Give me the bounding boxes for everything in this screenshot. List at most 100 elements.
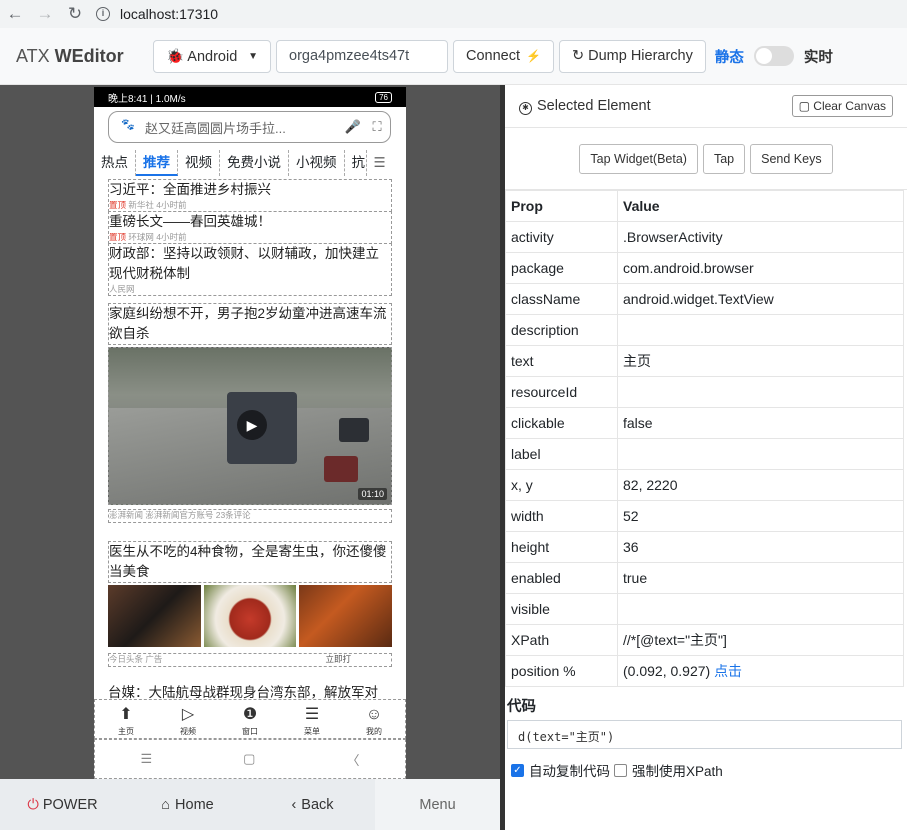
back-button[interactable]: ‹ Back	[250, 779, 375, 830]
back-chevron-icon[interactable]: 〈	[346, 750, 359, 769]
video-icon: ▷	[181, 706, 195, 723]
tab-novel[interactable]: 免费小说	[220, 150, 289, 176]
prop-value: 82, 2220	[617, 469, 904, 501]
url-text: localhost:17310	[120, 6, 219, 22]
mode-live-label: 实时	[803, 49, 833, 66]
power-button[interactable]: ⏻ POWER	[0, 779, 125, 830]
nav-label: 菜单	[304, 727, 320, 736]
news-item[interactable]: 家庭纠纷想不开，男子抱2岁幼童冲进高速车流欲自杀	[108, 303, 392, 345]
home-button[interactable]: ⌂ Home	[125, 779, 250, 830]
news-image	[299, 585, 393, 647]
prop-name: x, y	[505, 469, 618, 501]
nav-label: 窗口	[242, 727, 258, 736]
scan-icon[interactable]: ⛶	[364, 119, 390, 135]
reload-icon[interactable]: ↻	[60, 4, 90, 24]
code-field[interactable]: d(text="主页")	[507, 720, 902, 749]
dump-hierarchy-button[interactable]: ↻ Dump Hierarchy	[558, 39, 706, 73]
play-icon[interactable]: ▶	[237, 410, 267, 440]
menu-button[interactable]: Menu	[375, 779, 500, 830]
table-row: width 52	[505, 500, 904, 532]
col-value: Value	[617, 190, 904, 222]
news-item[interactable]: 医生从不吃的4种食物，全是寄生虫，你还傻傻当美食	[108, 541, 392, 583]
table-row: visible	[505, 593, 904, 625]
news-tabs: 热点 推荐 视频 免费小说 小视频 抗 ☰	[94, 149, 406, 177]
refresh-icon: ↻	[571, 48, 585, 64]
prop-name: className	[505, 283, 618, 315]
news-meta: 环球网 4小时前	[128, 232, 187, 242]
video-car	[324, 456, 358, 482]
brand-prefix: ATX	[16, 45, 55, 66]
nav-window[interactable]: ❶ 窗口	[219, 700, 281, 738]
news-meta: 澎湃新闻 澎湃新闻官方账号 23条评论	[109, 510, 251, 520]
prop-value: true	[617, 562, 904, 594]
news-item[interactable]: 习近平：全面推进乡村振兴 置顶 新华社 4小时前	[108, 179, 392, 212]
dump-label: Dump Hierarchy	[588, 48, 693, 64]
table-row: height 36	[505, 531, 904, 563]
platform-label: Android	[187, 48, 238, 65]
tap-widget-button[interactable]: Tap Widget(Beta)	[579, 143, 698, 174]
home-label: Home	[175, 796, 214, 813]
back-arrow-icon[interactable]: ←	[0, 4, 30, 24]
send-keys-button[interactable]: Send Keys	[750, 143, 833, 174]
table-row: label	[505, 438, 904, 470]
prop-value: //*[@text="主页"]	[617, 624, 904, 656]
position-tap-link[interactable]: 点击	[714, 663, 742, 679]
inspector-title: Selected Element	[537, 97, 651, 114]
news-item[interactable]: 财政部：坚持以政领财、以财辅政，加快建立现代财税体制 人民网	[108, 243, 392, 296]
autocopy-checkbox[interactable]: ✓	[511, 763, 524, 777]
house-icon: ⌂	[161, 796, 171, 813]
tab-recommend[interactable]: 推荐	[136, 150, 178, 176]
nav-home[interactable]: ⬆ 主页	[95, 700, 157, 738]
ad-cta-button[interactable]: 立即打	[325, 654, 351, 666]
tap-button[interactable]: Tap	[702, 143, 746, 174]
news-item[interactable]: 重磅长文——春回英雄城！ 置顶 环球网 4小时前	[108, 211, 392, 244]
nav-video[interactable]: ▷ 视频	[157, 700, 219, 738]
tab-hot[interactable]: 热点	[94, 150, 136, 176]
info-icon[interactable]: i	[96, 7, 110, 21]
prop-name: package	[505, 252, 618, 284]
news-video-thumbnail[interactable]: ▶ 01:10	[108, 347, 392, 505]
news-images[interactable]	[108, 585, 393, 647]
news-image	[203, 585, 297, 647]
power-icon: ⏻	[27, 796, 39, 813]
nav-menu[interactable]: ☰ 菜单	[281, 700, 343, 738]
nav-profile[interactable]: ☺ 我的	[343, 700, 405, 738]
nav-label: 主页	[118, 727, 134, 736]
brand-logo: ATX WEditor	[16, 46, 153, 67]
prop-value: 52	[617, 500, 904, 532]
window-icon: ❶	[242, 706, 258, 723]
inspector-panel: ✱ Selected Element ▢ Clear Canvas Tap Wid…	[505, 85, 907, 830]
prop-value: 36	[617, 531, 904, 563]
live-mode-toggle[interactable]	[753, 46, 794, 66]
tabs-menu-icon[interactable]: ☰	[367, 150, 393, 176]
device-screen[interactable]: 晚上8:41 | 1.0M/s 76 🐾 赵又廷高圆圆片场手拉... 🎤 ⛶ 热…	[94, 87, 406, 779]
clear-canvas-button[interactable]: ▢ Clear Canvas	[791, 95, 893, 117]
mode-static-label: 静态	[714, 49, 744, 66]
clear-label: Clear Canvas	[813, 99, 886, 113]
tab-short-video[interactable]: 小视频	[289, 150, 345, 176]
nav-label: 视频	[180, 727, 196, 736]
platform-dropdown[interactable]: 🐞 Android ▼	[153, 39, 271, 73]
prop-name: label	[505, 438, 618, 470]
news-image	[108, 585, 201, 647]
prop-value	[617, 376, 904, 408]
force-xpath-checkbox[interactable]	[614, 763, 627, 777]
mic-icon[interactable]: 🎤	[342, 119, 364, 135]
code-title: 代码	[507, 699, 536, 715]
connect-button[interactable]: Connect ⚡	[453, 39, 554, 73]
table-row: description	[505, 314, 904, 346]
square-icon: ▢	[798, 99, 810, 113]
search-bar[interactable]: 🐾 赵又廷高圆圆片场手拉... 🎤 ⛶	[108, 111, 391, 143]
address-bar[interactable]: i localhost:17310	[96, 6, 218, 22]
recents-icon[interactable]: ☰	[141, 751, 153, 767]
news-meta-row: 澎湃新闻 澎湃新闻官方账号 23条评论	[108, 509, 392, 523]
home-square-icon[interactable]: ▢	[243, 751, 255, 767]
bottom-nav: ⬆ 主页 ▷ 视频 ❶ 窗口 ☰ 菜单 ☺ 我的	[94, 699, 406, 739]
action-buttons: Tap Widget(Beta) Tap Send Keys	[505, 128, 907, 190]
prop-name: width	[505, 500, 618, 532]
tab-more[interactable]: 抗	[345, 150, 367, 176]
table-row: XPath//*[@text="主页"]	[505, 624, 904, 656]
serial-input[interactable]: orga4pmzee4ts47t	[276, 39, 448, 73]
forward-arrow-icon[interactable]: →	[30, 4, 60, 24]
tab-video[interactable]: 视频	[178, 150, 220, 176]
